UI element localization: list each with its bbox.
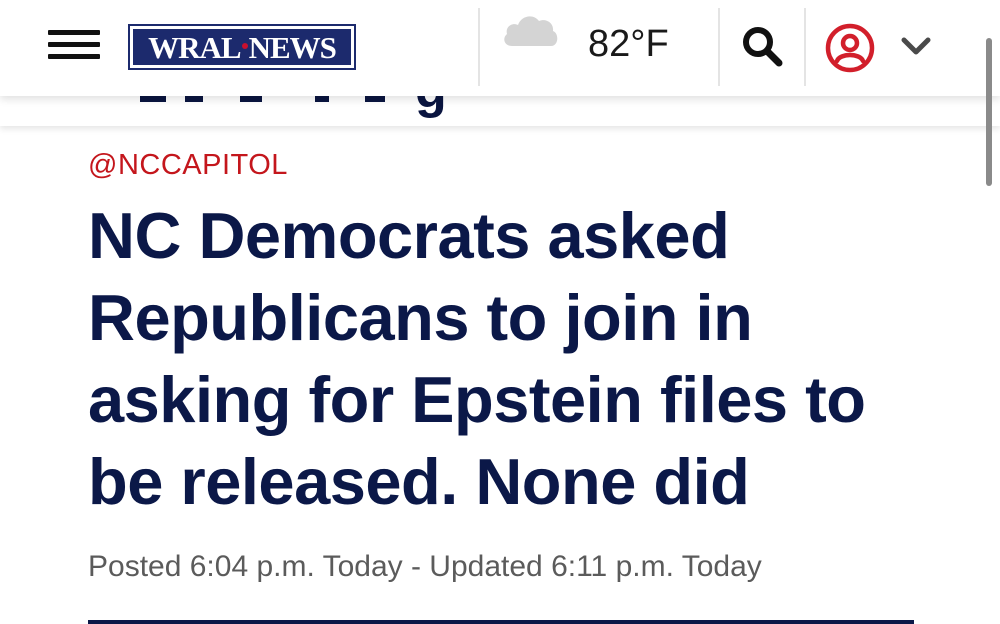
divider-rule xyxy=(88,620,914,624)
article-headline: NC Democrats asked Republicans to join i… xyxy=(88,199,866,518)
cloud-icon xyxy=(504,16,558,46)
hamburger-menu-icon[interactable] xyxy=(48,28,100,62)
wral-news-logo[interactable]: WRAL NEWS xyxy=(128,24,356,70)
previous-content-strip: g xyxy=(0,96,1000,126)
site-header: WRAL NEWS 82°F xyxy=(0,0,1000,96)
section-tag[interactable]: @NCCAPITOL xyxy=(88,149,288,182)
logo-text-left: WRAL xyxy=(148,29,241,65)
previous-headline-fragment: g xyxy=(415,96,447,120)
logo-text-right: NEWS xyxy=(248,29,337,65)
scrollbar[interactable] xyxy=(986,38,992,186)
article-timestamp: Posted 6:04 p.m. Today - Updated 6:11 p.… xyxy=(88,550,762,583)
logo-dot xyxy=(241,42,248,49)
header-divider xyxy=(478,8,480,86)
chevron-down-icon[interactable] xyxy=(900,34,932,58)
account-icon[interactable] xyxy=(824,22,876,74)
temperature[interactable]: 82°F xyxy=(588,25,669,63)
header-divider xyxy=(718,8,720,86)
page: WRAL NEWS 82°F @NCCAPITOL NC Democrats a… xyxy=(0,0,1000,624)
search-icon[interactable] xyxy=(738,22,786,70)
header-divider xyxy=(804,8,806,86)
